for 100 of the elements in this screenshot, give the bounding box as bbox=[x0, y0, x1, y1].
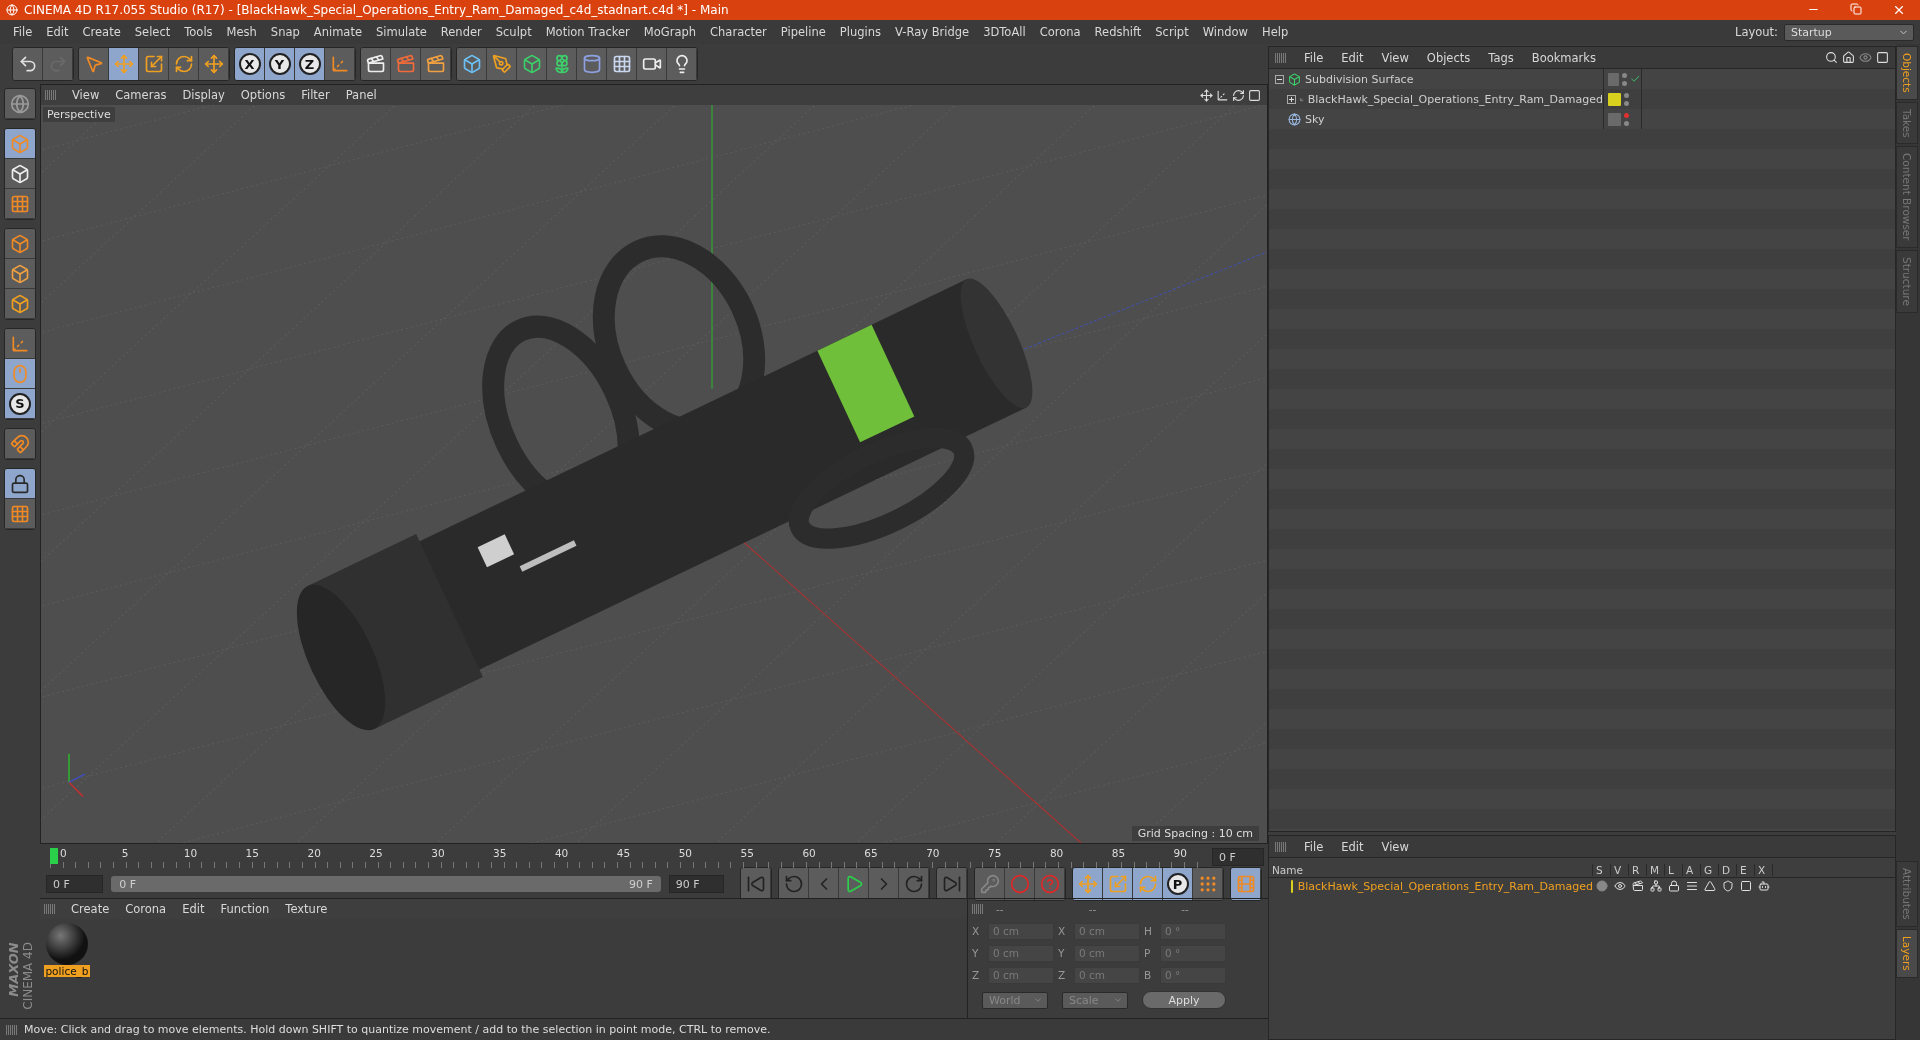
snap-tool-button[interactable]: S bbox=[5, 389, 35, 419]
frame-range-slider[interactable]: 0 F 90 F bbox=[111, 876, 661, 892]
object-menu-item[interactable]: File bbox=[1297, 50, 1331, 65]
pyramid-icon[interactable] bbox=[1704, 880, 1716, 892]
side-tab[interactable]: Objects bbox=[1896, 46, 1918, 100]
current-frame-field[interactable]: 0 F bbox=[1212, 848, 1264, 866]
coords-tool-button[interactable] bbox=[325, 48, 355, 80]
layer-menu-item[interactable]: Edit bbox=[1334, 839, 1371, 854]
to-end-tool-button[interactable] bbox=[937, 868, 967, 900]
next-key-tool-button[interactable] bbox=[899, 868, 929, 900]
axis-lock-tool-button[interactable]: Y bbox=[265, 48, 295, 80]
side-tab[interactable]: Layers bbox=[1896, 929, 1918, 978]
figure-icon[interactable] bbox=[1758, 880, 1770, 892]
eye-icon[interactable] bbox=[1614, 880, 1626, 892]
layout-dropdown[interactable]: Startup bbox=[1784, 23, 1914, 41]
lock-icon[interactable] bbox=[1668, 880, 1680, 892]
menu-item[interactable]: Window bbox=[1195, 25, 1255, 39]
menu-item[interactable]: Tools bbox=[177, 25, 220, 39]
autokey-tool-button[interactable] bbox=[1035, 868, 1065, 900]
render-tool-button[interactable] bbox=[391, 48, 421, 80]
camera-tool-button[interactable] bbox=[637, 48, 667, 80]
object-menu-item[interactable]: Bookmarks bbox=[1524, 50, 1603, 65]
check-icon[interactable] bbox=[1630, 73, 1641, 85]
material-name[interactable]: police_b bbox=[44, 965, 90, 977]
restore-icon[interactable] bbox=[1850, 3, 1862, 15]
scale-tool-button[interactable] bbox=[1103, 868, 1133, 900]
axis-tool-button[interactable] bbox=[5, 329, 35, 359]
points-grid-tool-button[interactable] bbox=[1193, 868, 1223, 900]
texture-tool-button[interactable] bbox=[5, 159, 35, 189]
menu-item[interactable]: Sculpt bbox=[488, 25, 539, 39]
home-icon[interactable] bbox=[1842, 51, 1855, 64]
close-icon[interactable] bbox=[1892, 3, 1906, 17]
object-menu-item[interactable]: Edit bbox=[1334, 50, 1371, 65]
expand-icon[interactable] bbox=[1287, 94, 1296, 104]
viewport-menu-item[interactable]: View bbox=[65, 88, 107, 102]
rotate-tool-button[interactable] bbox=[169, 48, 199, 80]
visibility-dots[interactable] bbox=[1622, 72, 1628, 86]
menu-item[interactable]: MoGraph bbox=[636, 25, 704, 39]
cloner-tool-button[interactable] bbox=[547, 48, 577, 80]
viewport-menu-item[interactable]: Cameras bbox=[108, 88, 174, 102]
start-frame-field[interactable]: 0 F bbox=[46, 875, 104, 893]
axis-lock-tool-button[interactable]: Z bbox=[295, 48, 325, 80]
layer-menu-item[interactable]: View bbox=[1374, 839, 1416, 854]
menu-item[interactable]: Script bbox=[1148, 25, 1196, 39]
polygons-tool-button[interactable] bbox=[5, 289, 35, 319]
lock-grid-tool-button[interactable] bbox=[5, 469, 35, 499]
menu-item[interactable]: Character bbox=[703, 25, 774, 39]
move-tool-button[interactable] bbox=[109, 48, 139, 80]
rotate-icon[interactable] bbox=[1232, 88, 1245, 102]
bars-icon[interactable] bbox=[1686, 880, 1698, 892]
layer-menu-item[interactable]: File bbox=[1297, 839, 1331, 854]
object-menu-item[interactable]: Objects bbox=[1419, 50, 1478, 65]
floor-tool-button[interactable] bbox=[607, 48, 637, 80]
select-tool-button[interactable] bbox=[79, 48, 109, 80]
material-preview[interactable] bbox=[46, 923, 88, 965]
menu-item[interactable]: Simulate bbox=[369, 25, 434, 39]
menu-item[interactable]: Select bbox=[127, 25, 178, 39]
film-tool-button[interactable] bbox=[1231, 868, 1261, 900]
editable-tool-button[interactable] bbox=[5, 89, 35, 119]
menu-item[interactable]: Render bbox=[433, 25, 489, 39]
move-tool-button[interactable] bbox=[1073, 868, 1103, 900]
clapperboard-icon[interactable] bbox=[1632, 880, 1644, 892]
subdivision-tool-button[interactable] bbox=[517, 48, 547, 80]
move-icon[interactable] bbox=[1200, 88, 1213, 102]
end-frame-field[interactable]: 90 F bbox=[668, 875, 724, 893]
collapse-icon[interactable] bbox=[1275, 74, 1284, 84]
transform-tool-button[interactable] bbox=[199, 48, 229, 80]
menu-item[interactable]: Motion Tracker bbox=[538, 25, 637, 39]
viewport-menu-item[interactable]: Display bbox=[175, 88, 232, 102]
render-settings-tool-button[interactable] bbox=[421, 48, 451, 80]
material-menu-item[interactable]: Create bbox=[64, 902, 117, 916]
material-menu-item[interactable]: Texture bbox=[278, 902, 335, 916]
eye-icon[interactable] bbox=[1859, 51, 1872, 64]
menu-item[interactable]: Plugins bbox=[832, 25, 889, 39]
visibility-dots[interactable] bbox=[1624, 92, 1629, 106]
material-menu-item[interactable]: Corona bbox=[118, 902, 174, 916]
rotate-tool-button[interactable] bbox=[1133, 868, 1163, 900]
model-tool-button[interactable] bbox=[5, 129, 35, 159]
key-tool-button[interactable] bbox=[975, 868, 1005, 900]
magnet-tool-button[interactable] bbox=[5, 429, 35, 459]
render-view-tool-button[interactable] bbox=[361, 48, 391, 80]
menu-item[interactable]: Create bbox=[75, 25, 128, 39]
material-menu-item[interactable]: Function bbox=[213, 902, 277, 916]
menu-item[interactable]: Pipeline bbox=[773, 25, 833, 39]
menu-item[interactable]: Corona bbox=[1032, 25, 1088, 39]
bend-tool-button[interactable] bbox=[577, 48, 607, 80]
menu-item[interactable]: Animate bbox=[306, 25, 369, 39]
maximize-icon[interactable] bbox=[1248, 88, 1261, 102]
light-tool-button[interactable] bbox=[667, 48, 697, 80]
viewport-menu-item[interactable]: Filter bbox=[294, 88, 337, 102]
axis-icon[interactable] bbox=[1216, 88, 1229, 102]
visibility-dots[interactable] bbox=[1624, 112, 1629, 126]
menu-item[interactable]: V-Ray Bridge bbox=[888, 25, 977, 39]
new-panel-icon[interactable] bbox=[1876, 51, 1889, 64]
hierarchy-icon[interactable] bbox=[1650, 880, 1662, 892]
points-tool-button[interactable] bbox=[5, 229, 35, 259]
object-menu-item[interactable]: Tags bbox=[1481, 50, 1521, 65]
viewport-menu-item[interactable]: Options bbox=[233, 88, 293, 102]
object-name[interactable]: Subdivision Surface bbox=[1305, 72, 1414, 86]
object-name[interactable]: Sky bbox=[1305, 112, 1325, 126]
